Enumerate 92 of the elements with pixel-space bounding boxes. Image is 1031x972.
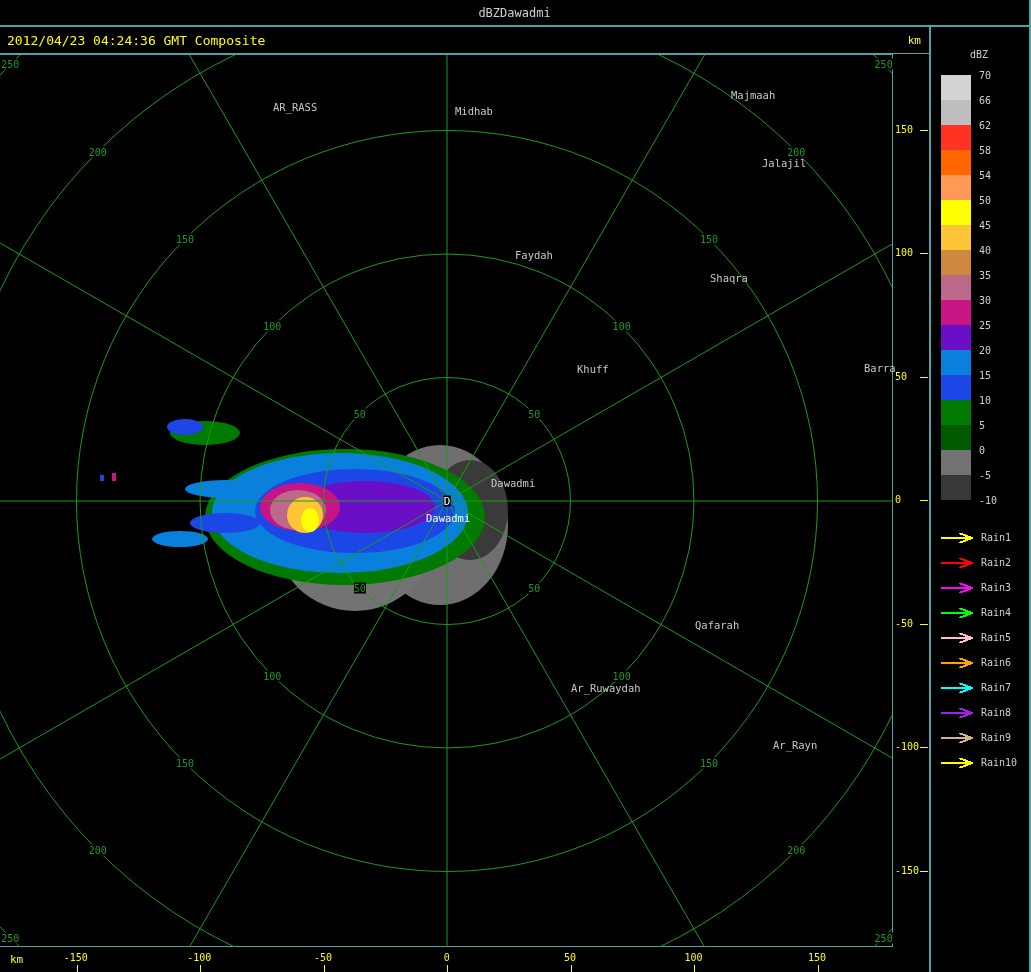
track-label: Rain1 xyxy=(981,532,1012,543)
place-label: AR_RASS xyxy=(273,101,318,113)
place-label: Majmaah xyxy=(731,89,776,101)
tick-mark xyxy=(200,965,201,972)
place-label: Midhab xyxy=(455,105,493,117)
scale-label: 50 xyxy=(979,194,993,208)
scale-label: 20 xyxy=(979,344,993,358)
tick-mark xyxy=(920,747,928,748)
range-label: 250 xyxy=(1,58,20,70)
axis-label: -150 xyxy=(63,952,88,963)
range-label: 150 xyxy=(176,757,195,769)
range-label: 150 xyxy=(699,233,718,245)
scale-label: 0 xyxy=(979,444,987,458)
window-title: dBZDawadmi xyxy=(478,5,551,20)
tick-mark xyxy=(920,253,928,254)
axis-label: -50 xyxy=(895,617,914,629)
place-label: Jalajil xyxy=(762,157,807,169)
range-label: 200 xyxy=(88,844,107,856)
tick-mark xyxy=(323,965,325,972)
tick-mark xyxy=(920,376,928,378)
scale-label: 70 xyxy=(979,69,993,83)
tick-mark xyxy=(920,500,928,501)
place-label: Dawadmi xyxy=(491,477,536,489)
range-label: 50 xyxy=(528,582,541,594)
scale-label: 58 xyxy=(979,144,993,158)
range-label: 200 xyxy=(787,844,806,856)
scale-label: 66 xyxy=(979,94,993,108)
track-label: Rain3 xyxy=(981,582,1012,593)
range-label: 150 xyxy=(699,757,718,769)
tick-mark xyxy=(920,129,928,131)
track-label: Rain5 xyxy=(981,632,1012,643)
unit-label: km xyxy=(10,954,24,965)
axis-label: 150 xyxy=(895,123,914,135)
range-label: 50 xyxy=(353,408,366,420)
axis-label: 100 xyxy=(895,247,914,258)
scale-label: 30 xyxy=(979,294,993,308)
legend-title: dBZ xyxy=(969,49,989,61)
place-label: Faydah xyxy=(515,249,553,261)
tick-mark xyxy=(920,623,928,625)
scale-label: 45 xyxy=(979,219,993,233)
track-label: Rain8 xyxy=(981,707,1012,718)
place-label: Ar_Rayn xyxy=(773,739,818,751)
range-label: 150 xyxy=(176,233,195,245)
range-label: 100 xyxy=(263,320,282,332)
scale-label: 15 xyxy=(979,369,993,383)
tick-mark xyxy=(447,965,448,972)
axis-label: -150 xyxy=(895,864,920,876)
scale-label: 62 xyxy=(979,119,993,133)
tick-mark xyxy=(694,965,695,972)
tick-mark xyxy=(920,870,928,872)
axis-label: -50 xyxy=(313,952,332,963)
tick-mark xyxy=(817,965,819,972)
tick-mark xyxy=(76,965,78,972)
place-label: Khuff xyxy=(577,363,609,375)
axis-label: 150 xyxy=(807,952,826,963)
scale-label: -10 xyxy=(979,494,998,508)
track-label: Rain9 xyxy=(981,732,1012,743)
range-label: 200 xyxy=(787,146,806,158)
axis-label: -100 xyxy=(895,741,920,752)
axis-label: -100 xyxy=(187,952,212,963)
range-label: 250 xyxy=(874,932,893,944)
range-label: 100 xyxy=(263,670,282,682)
track-label: Rain2 xyxy=(981,557,1012,568)
range-label: 250 xyxy=(1,932,20,944)
track-label: Rain4 xyxy=(981,607,1012,618)
track-label: Rain6 xyxy=(981,657,1012,668)
place-label: Shaqra xyxy=(710,272,748,284)
scale-label: 40 xyxy=(979,244,993,258)
axis-label: 100 xyxy=(684,952,703,963)
range-label: 50 xyxy=(353,582,366,594)
unit-label: km xyxy=(907,33,921,47)
scale-label: 35 xyxy=(979,269,993,283)
range-label: 50 xyxy=(528,408,541,420)
scale-label: 10 xyxy=(979,394,993,408)
range-label: 100 xyxy=(612,670,631,682)
tick-mark xyxy=(570,965,572,972)
scale-label: 5 xyxy=(979,419,987,433)
axis-label: 0 xyxy=(443,952,450,963)
range-label: 100 xyxy=(612,320,631,332)
axis-label: 50 xyxy=(895,370,908,382)
range-label: 250 xyxy=(874,58,893,70)
range-label: 200 xyxy=(88,146,107,158)
place-label: Qafarah xyxy=(695,619,740,631)
track-label: Rain7 xyxy=(981,682,1012,693)
track-label: Rain10 xyxy=(981,757,1018,768)
axis-label: 50 xyxy=(564,952,577,963)
scale-label: -5 xyxy=(979,469,993,483)
site-marker: D xyxy=(443,495,451,507)
timestamp-label: 2012/04/23 04:24:36 GMT Composite xyxy=(7,32,266,48)
scale-label: 25 xyxy=(979,319,993,333)
axis-label: 0 xyxy=(895,494,902,505)
scale-label: 54 xyxy=(979,169,993,183)
